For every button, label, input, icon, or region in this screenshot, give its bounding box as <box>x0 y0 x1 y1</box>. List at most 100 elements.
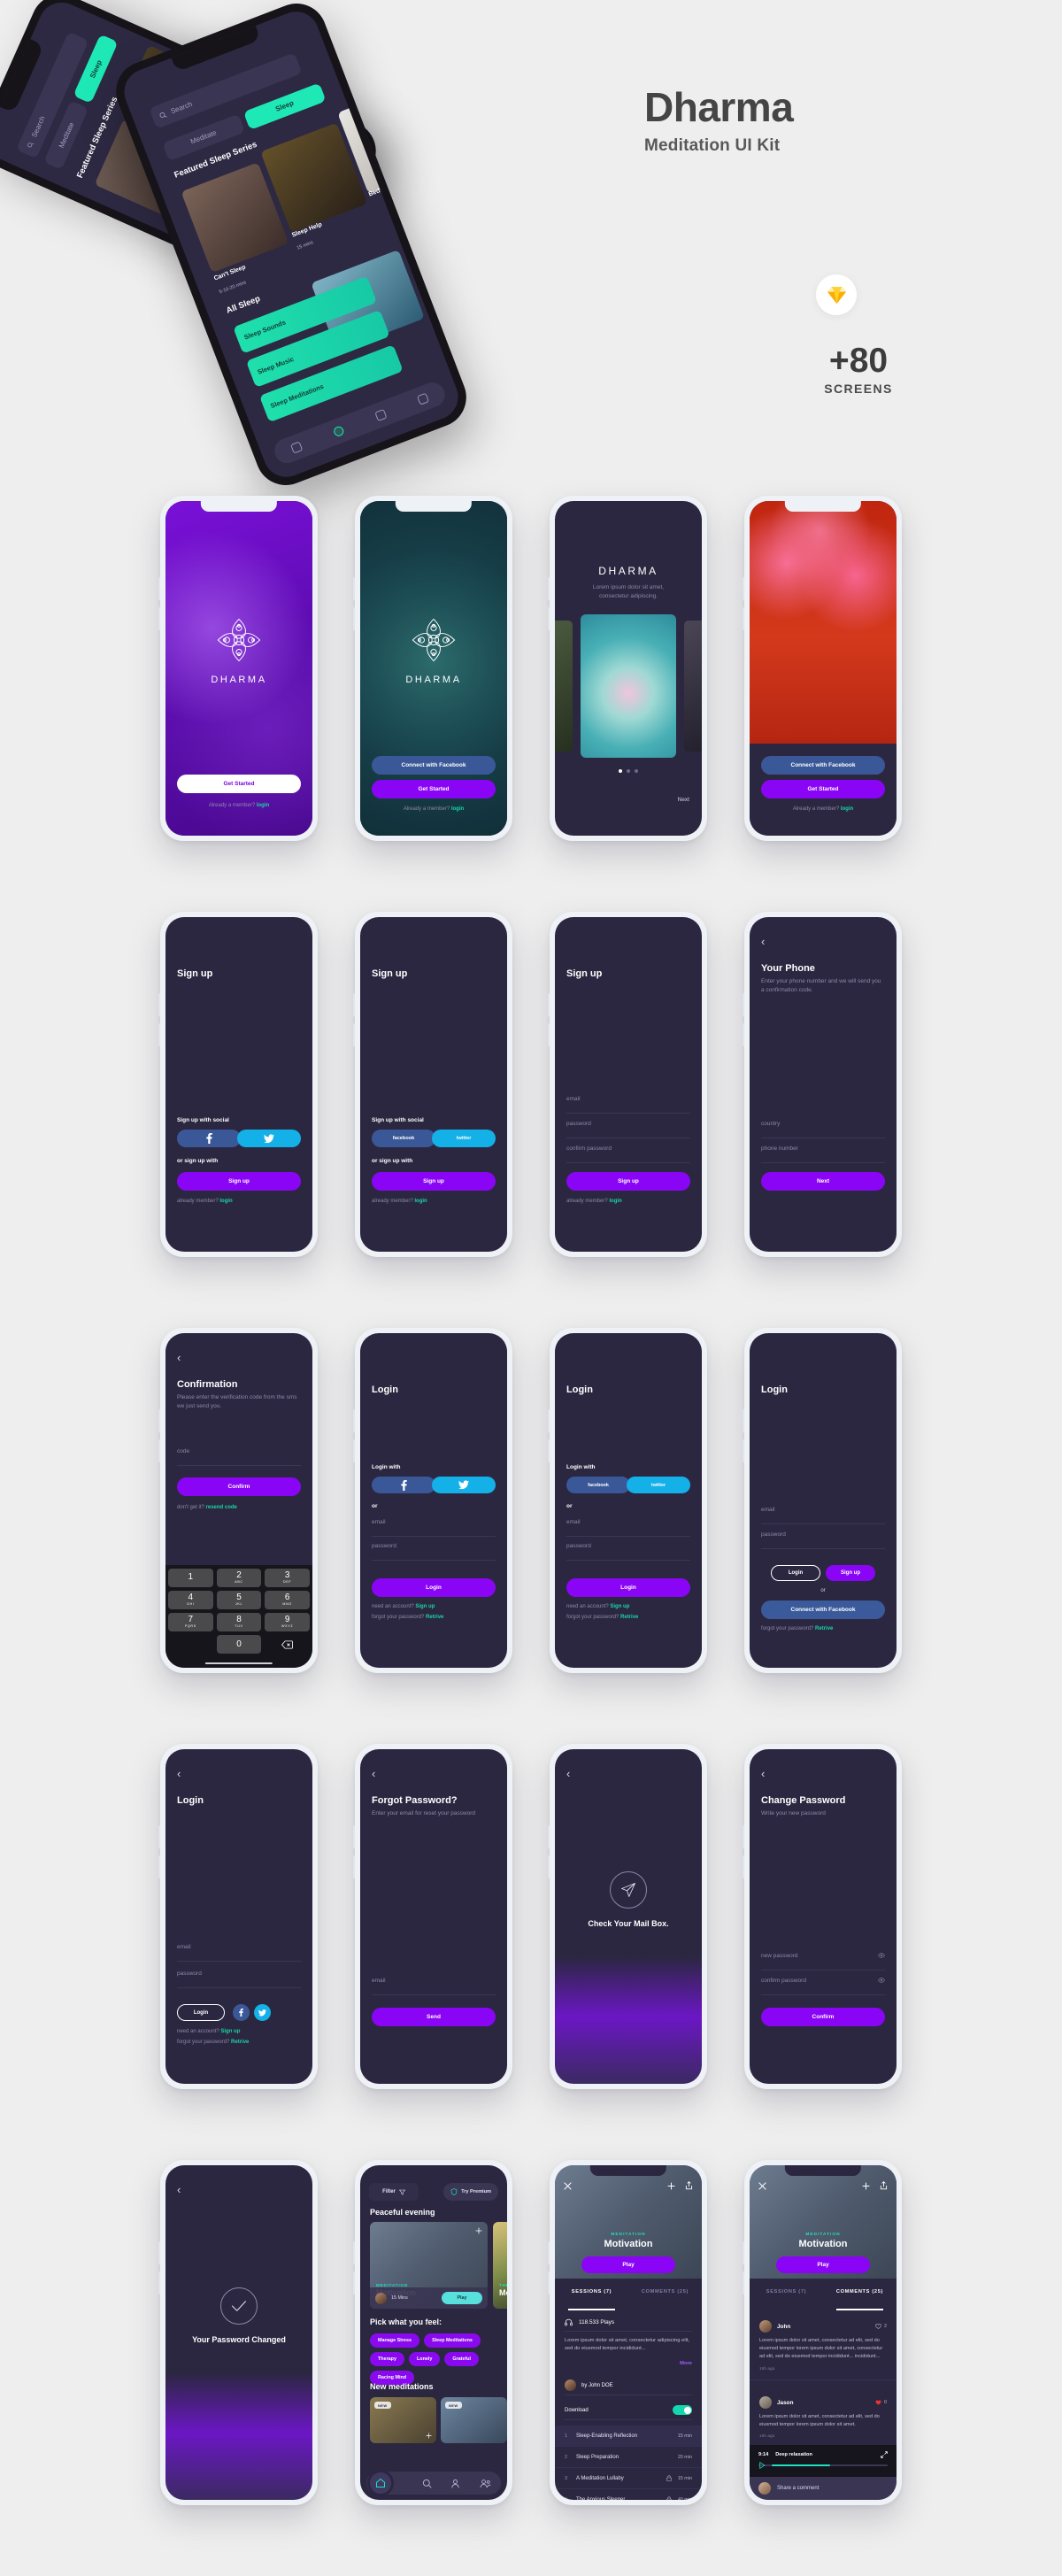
key-9[interactable]: 9 WXYZ <box>265 1613 310 1631</box>
key-4[interactable]: 4 GHI <box>168 1591 213 1609</box>
login-link[interactable]: login <box>257 803 269 808</box>
new-meditation-card[interactable]: NEW <box>441 2397 507 2443</box>
get-started-button[interactable]: Get Started <box>177 775 301 793</box>
key-5[interactable]: 5 JKL <box>216 1591 262 1609</box>
detail-tabs[interactable]: SESSIONS (7) COMMENTS (25) <box>555 2289 702 2310</box>
play-button[interactable]: Play <box>442 2292 482 2304</box>
back-button[interactable]: ‹ <box>566 1768 570 1779</box>
facebook-button[interactable] <box>177 1130 241 1147</box>
twitter-button[interactable]: twitter <box>432 1130 496 1147</box>
twitter-button[interactable]: twitter <box>627 1477 690 1493</box>
chip-grateful[interactable]: Grateful <box>444 2352 480 2366</box>
chip-manage-stress[interactable]: Manage Stress <box>370 2333 420 2348</box>
email-field[interactable]: email <box>372 1519 496 1537</box>
people-icon[interactable] <box>480 2479 491 2488</box>
play-button[interactable]: Play <box>776 2256 870 2273</box>
filter-button[interactable]: Filter <box>369 2183 419 2201</box>
back-button[interactable]: ‹ <box>177 1768 181 1779</box>
country-field[interactable]: country <box>761 1121 885 1138</box>
next-button[interactable]: Next <box>678 797 689 803</box>
chip-sleep-meditations[interactable]: Sleep Meditations <box>424 2333 481 2348</box>
connect-facebook-button[interactable]: Connect with Facebook <box>761 756 885 775</box>
key-6[interactable]: 6 MNO <box>265 1591 310 1609</box>
audio-player[interactable]: 9:14 Deep relaxation <box>750 2445 897 2477</box>
session-row[interactable]: 1 Sleep-Enabling Reflection 15 min <box>555 2426 702 2447</box>
retrieve-link[interactable]: Retrive <box>620 1615 638 1620</box>
tab-sessions[interactable]: SESSIONS (7) <box>750 2289 823 2307</box>
resend-code-link[interactable]: resend code <box>206 1505 237 1510</box>
password-field[interactable]: password <box>761 1531 885 1549</box>
email-field[interactable]: email <box>566 1519 690 1537</box>
close-icon[interactable] <box>564 2181 572 2190</box>
key-7[interactable]: 7 PQRS <box>168 1613 213 1631</box>
signup-link[interactable]: Sign up <box>610 1604 629 1609</box>
key-1[interactable]: 1 <box>168 1569 213 1587</box>
key-0[interactable]: 0 <box>216 1635 262 1654</box>
key-2[interactable]: 2 ABC <box>216 1569 262 1587</box>
retrieve-link[interactable]: Retrive <box>231 2040 249 2045</box>
login-button[interactable]: Login <box>771 1565 820 1581</box>
signup-link[interactable]: Sign up <box>220 2029 240 2034</box>
confirm-button[interactable]: Confirm <box>761 2008 885 2026</box>
login-button[interactable]: Login <box>177 2004 225 2021</box>
onboarding-dots[interactable] <box>555 769 702 773</box>
code-field[interactable]: code <box>177 1448 301 1466</box>
confirm-password-field[interactable]: confirm password <box>761 1978 885 1995</box>
new-password-field[interactable]: new password <box>761 1953 885 1971</box>
facebook-button[interactable] <box>372 1477 435 1493</box>
signup-button[interactable]: Sign up <box>372 1172 496 1191</box>
password-field[interactable]: password <box>566 1543 690 1561</box>
share-icon[interactable] <box>880 2181 888 2190</box>
try-premium-button[interactable]: Try Premium <box>443 2183 498 2201</box>
login-button[interactable]: Login <box>566 1578 690 1597</box>
get-started-button[interactable]: Get Started <box>372 780 496 798</box>
download-row[interactable]: Download <box>565 2401 692 2420</box>
twitter-button[interactable] <box>237 1130 301 1147</box>
new-meditation-card[interactable]: NEW <box>370 2397 436 2443</box>
dot[interactable] <box>627 769 630 773</box>
retrieve-link[interactable]: Retrive <box>815 1626 833 1631</box>
person-icon[interactable] <box>450 2479 460 2488</box>
share-icon[interactable] <box>685 2181 693 2190</box>
connect-facebook-button[interactable]: Connect with Facebook <box>761 1600 885 1619</box>
plus-icon[interactable] <box>862 2182 870 2190</box>
progress-track[interactable] <box>772 2464 888 2467</box>
phone-number-field[interactable]: phone number <box>761 1145 885 1163</box>
chip-lonely[interactable]: Lonely <box>408 2352 441 2366</box>
like-count-wrap[interactable]: 2 <box>875 2324 887 2329</box>
password-field[interactable]: password <box>372 1543 496 1561</box>
facebook-button[interactable]: facebook <box>372 1130 435 1147</box>
dot[interactable] <box>635 769 638 773</box>
facebook-button[interactable] <box>233 2004 250 2021</box>
like-count-wrap[interactable]: 0 <box>875 2400 887 2405</box>
connect-facebook-button[interactable]: Connect with Facebook <box>372 756 496 775</box>
plus-icon[interactable] <box>667 2182 675 2190</box>
chip-therapy[interactable]: Therapy <box>370 2352 404 2366</box>
signup-link[interactable]: Sign up <box>415 1604 435 1609</box>
get-started-button[interactable]: Get Started <box>761 780 885 798</box>
login-link[interactable]: login <box>451 806 464 812</box>
featured-card-next[interactable]: THERAPY Mood <box>493 2222 507 2309</box>
send-button[interactable]: Send <box>372 2008 496 2026</box>
back-button[interactable]: ‹ <box>761 1768 765 1779</box>
session-row[interactable]: 2 Sleep Preparation 20 min <box>555 2447 702 2468</box>
email-field[interactable]: email <box>566 1096 690 1114</box>
play-button[interactable]: Play <box>581 2256 675 2273</box>
twitter-button[interactable] <box>432 1477 496 1493</box>
back-button[interactable]: ‹ <box>177 1352 181 1363</box>
more-link[interactable]: More <box>680 2361 692 2366</box>
confirm-button[interactable]: Confirm <box>177 1477 301 1496</box>
share-comment-bar[interactable]: Share a comment <box>750 2477 897 2500</box>
tab-home[interactable] <box>367 2470 394 2496</box>
back-button[interactable]: ‹ <box>761 936 765 947</box>
twitter-button[interactable] <box>254 2004 271 2021</box>
dot-active[interactable] <box>619 769 622 773</box>
email-field[interactable]: email <box>761 1507 885 1524</box>
email-field[interactable]: email <box>177 1944 301 1962</box>
detail-tabs[interactable]: SESSIONS (7) COMMENTS (25) <box>750 2289 897 2310</box>
signup-button[interactable]: Sign up <box>566 1172 690 1191</box>
back-button[interactable]: ‹ <box>372 1768 375 1779</box>
password-field[interactable]: password <box>177 1971 301 1988</box>
expand-icon[interactable] <box>881 2451 888 2458</box>
session-row[interactable]: 4 The Anxious Sleeper 40 min <box>555 2489 702 2500</box>
